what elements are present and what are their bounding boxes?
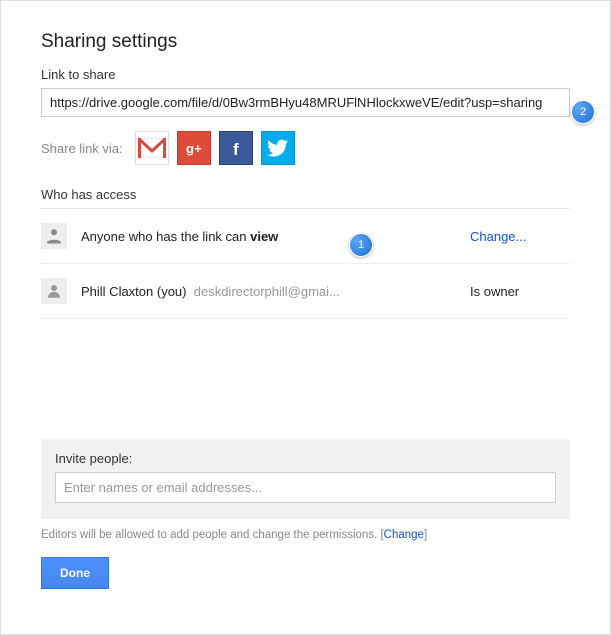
editor-note-closing: ]: [424, 529, 427, 541]
sharing-dialog: Sharing settings Link to share Share lin…: [1, 1, 610, 609]
editor-change-link[interactable]: Change: [384, 529, 424, 541]
invite-label: Invite people:: [55, 451, 556, 466]
invite-section: Invite people:: [41, 439, 570, 519]
who-has-access-heading: Who has access: [41, 187, 570, 209]
link-to-share-label: Link to share: [41, 67, 570, 82]
share-via-row: Share link via: g+ f: [41, 131, 570, 165]
done-button[interactable]: Done: [41, 557, 109, 589]
share-link-input[interactable]: [41, 88, 570, 117]
access-row-text: Phill Claxton (you) deskdirectorphill@gm…: [81, 284, 470, 299]
owner-email: deskdirectorphill@gmai...: [194, 284, 340, 299]
twitter-icon[interactable]: [261, 131, 295, 165]
facebook-icon[interactable]: f: [219, 131, 253, 165]
svg-text:f: f: [233, 140, 239, 158]
access-row-public: Anyone who has the link can view Change.…: [41, 209, 570, 264]
share-via-label: Share link via:: [41, 141, 123, 156]
gmail-icon[interactable]: [135, 131, 169, 165]
editor-permissions-note: Editors will be allowed to add people an…: [41, 529, 570, 541]
invite-input[interactable]: [55, 472, 556, 503]
svg-text:g+: g+: [186, 141, 202, 156]
change-access-link[interactable]: Change...: [470, 229, 570, 244]
access-row-text: Anyone who has the link can view: [81, 229, 450, 244]
access-text-permission: view: [250, 229, 278, 244]
dialog-title: Sharing settings: [41, 31, 570, 53]
editor-note-text: Editors will be allowed to add people an…: [41, 529, 384, 541]
annotation-badge-1: 1: [349, 233, 373, 257]
annotation-badge-2: 2: [571, 100, 595, 124]
who-has-access-section: Who has access Anyone who has the link c…: [41, 187, 570, 319]
person-icon: [41, 278, 67, 304]
owner-name: Phill Claxton (you): [81, 284, 187, 299]
access-text-prefix: Anyone who has the link can: [81, 229, 250, 244]
owner-role: Is owner: [470, 284, 570, 299]
link-access-icon: [41, 223, 67, 249]
access-row-owner: Phill Claxton (you) deskdirectorphill@gm…: [41, 264, 570, 319]
google-plus-icon[interactable]: g+: [177, 131, 211, 165]
